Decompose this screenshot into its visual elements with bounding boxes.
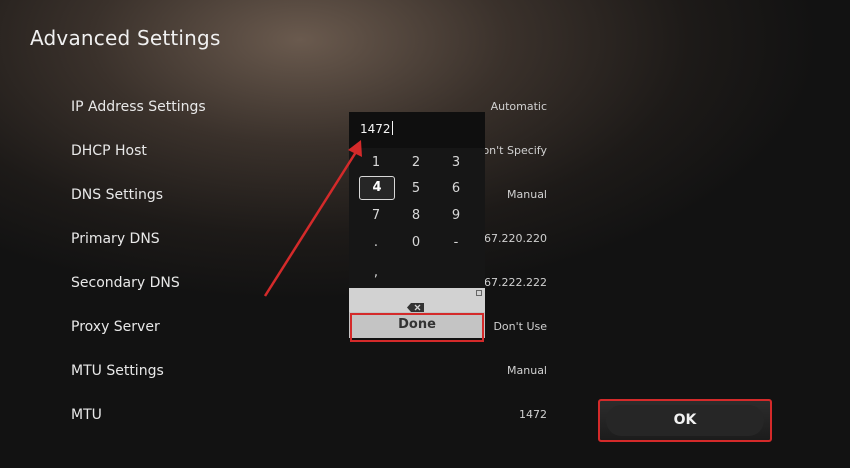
setting-row-mtu[interactable]: MTU 1472	[71, 393, 551, 437]
setting-value: Automatic	[490, 100, 547, 113]
setting-value: Manual	[507, 364, 547, 377]
key-1[interactable]: 1	[359, 151, 393, 175]
ok-button[interactable]: OK	[598, 399, 772, 442]
key-3[interactable]: 3	[439, 151, 473, 175]
setting-label: DNS Settings	[71, 187, 164, 203]
key-0[interactable]: 0	[399, 231, 433, 255]
backspace-icon[interactable]	[407, 297, 425, 312]
done-highlight-box	[350, 313, 484, 342]
key-9[interactable]: 9	[439, 204, 473, 228]
corner-marker-icon	[476, 290, 482, 296]
setting-label: MTU Settings	[71, 363, 164, 379]
text-caret	[391, 121, 393, 135]
key-minus[interactable]: -	[439, 231, 473, 255]
key-comma[interactable]: ,	[359, 261, 393, 285]
key-5[interactable]: 5	[399, 177, 433, 201]
setting-label: Primary DNS	[71, 231, 160, 247]
numeric-keypad: 1472 1 2 3 4 5 6 7 8 9 . 0 - , Done	[349, 112, 485, 338]
key-2[interactable]: 2	[399, 151, 433, 175]
key-6[interactable]: 6	[439, 177, 473, 201]
keypad-input-value: 1472	[360, 121, 393, 136]
page-title: Advanced Settings	[30, 26, 221, 50]
setting-row-mtu-settings[interactable]: MTU Settings Manual	[71, 349, 551, 393]
ok-button-label: OK	[673, 412, 697, 428]
keypad-input-field[interactable]: 1472	[349, 112, 485, 148]
setting-label: DHCP Host	[71, 143, 147, 159]
setting-label: Proxy Server	[71, 319, 160, 335]
setting-label: IP Address Settings	[71, 99, 206, 115]
setting-label: MTU	[71, 407, 102, 423]
setting-value: Don't Use	[493, 320, 547, 333]
setting-label: Secondary DNS	[71, 275, 180, 291]
key-8[interactable]: 8	[399, 204, 433, 228]
setting-value: Manual	[507, 188, 547, 201]
key-period[interactable]: .	[359, 231, 393, 255]
key-7[interactable]: 7	[359, 204, 393, 228]
key-4[interactable]: 4	[359, 176, 395, 200]
setting-value: 1472	[519, 408, 547, 421]
